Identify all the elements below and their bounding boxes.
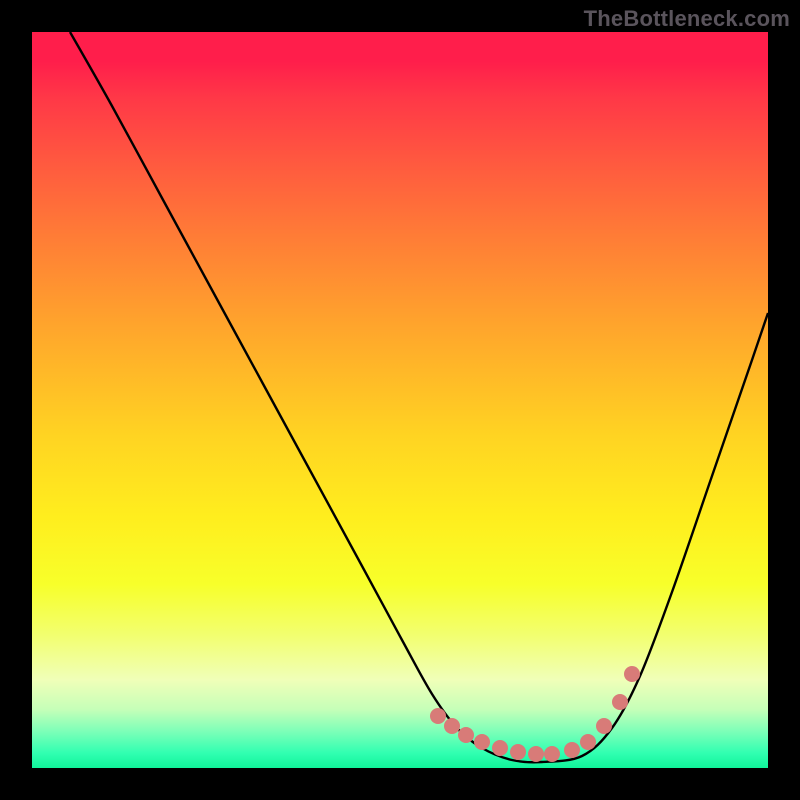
- bottleneck-curve: [70, 32, 768, 762]
- valley-dot: [544, 746, 560, 762]
- valley-dot: [596, 718, 612, 734]
- valley-dot: [528, 746, 544, 762]
- valley-dot: [474, 734, 490, 750]
- valley-dot: [612, 694, 628, 710]
- valley-dot: [624, 666, 640, 682]
- valley-dot: [580, 734, 596, 750]
- watermark-text: TheBottleneck.com: [584, 6, 790, 32]
- chart-svg: [32, 32, 768, 768]
- valley-dot: [564, 742, 580, 758]
- valley-dot: [510, 744, 526, 760]
- valley-dot: [430, 708, 446, 724]
- valley-dot: [458, 727, 474, 743]
- valley-dot: [444, 718, 460, 734]
- plot-area: [32, 32, 768, 768]
- chart-canvas: TheBottleneck.com: [0, 0, 800, 800]
- valley-dots: [430, 666, 640, 762]
- valley-dot: [492, 740, 508, 756]
